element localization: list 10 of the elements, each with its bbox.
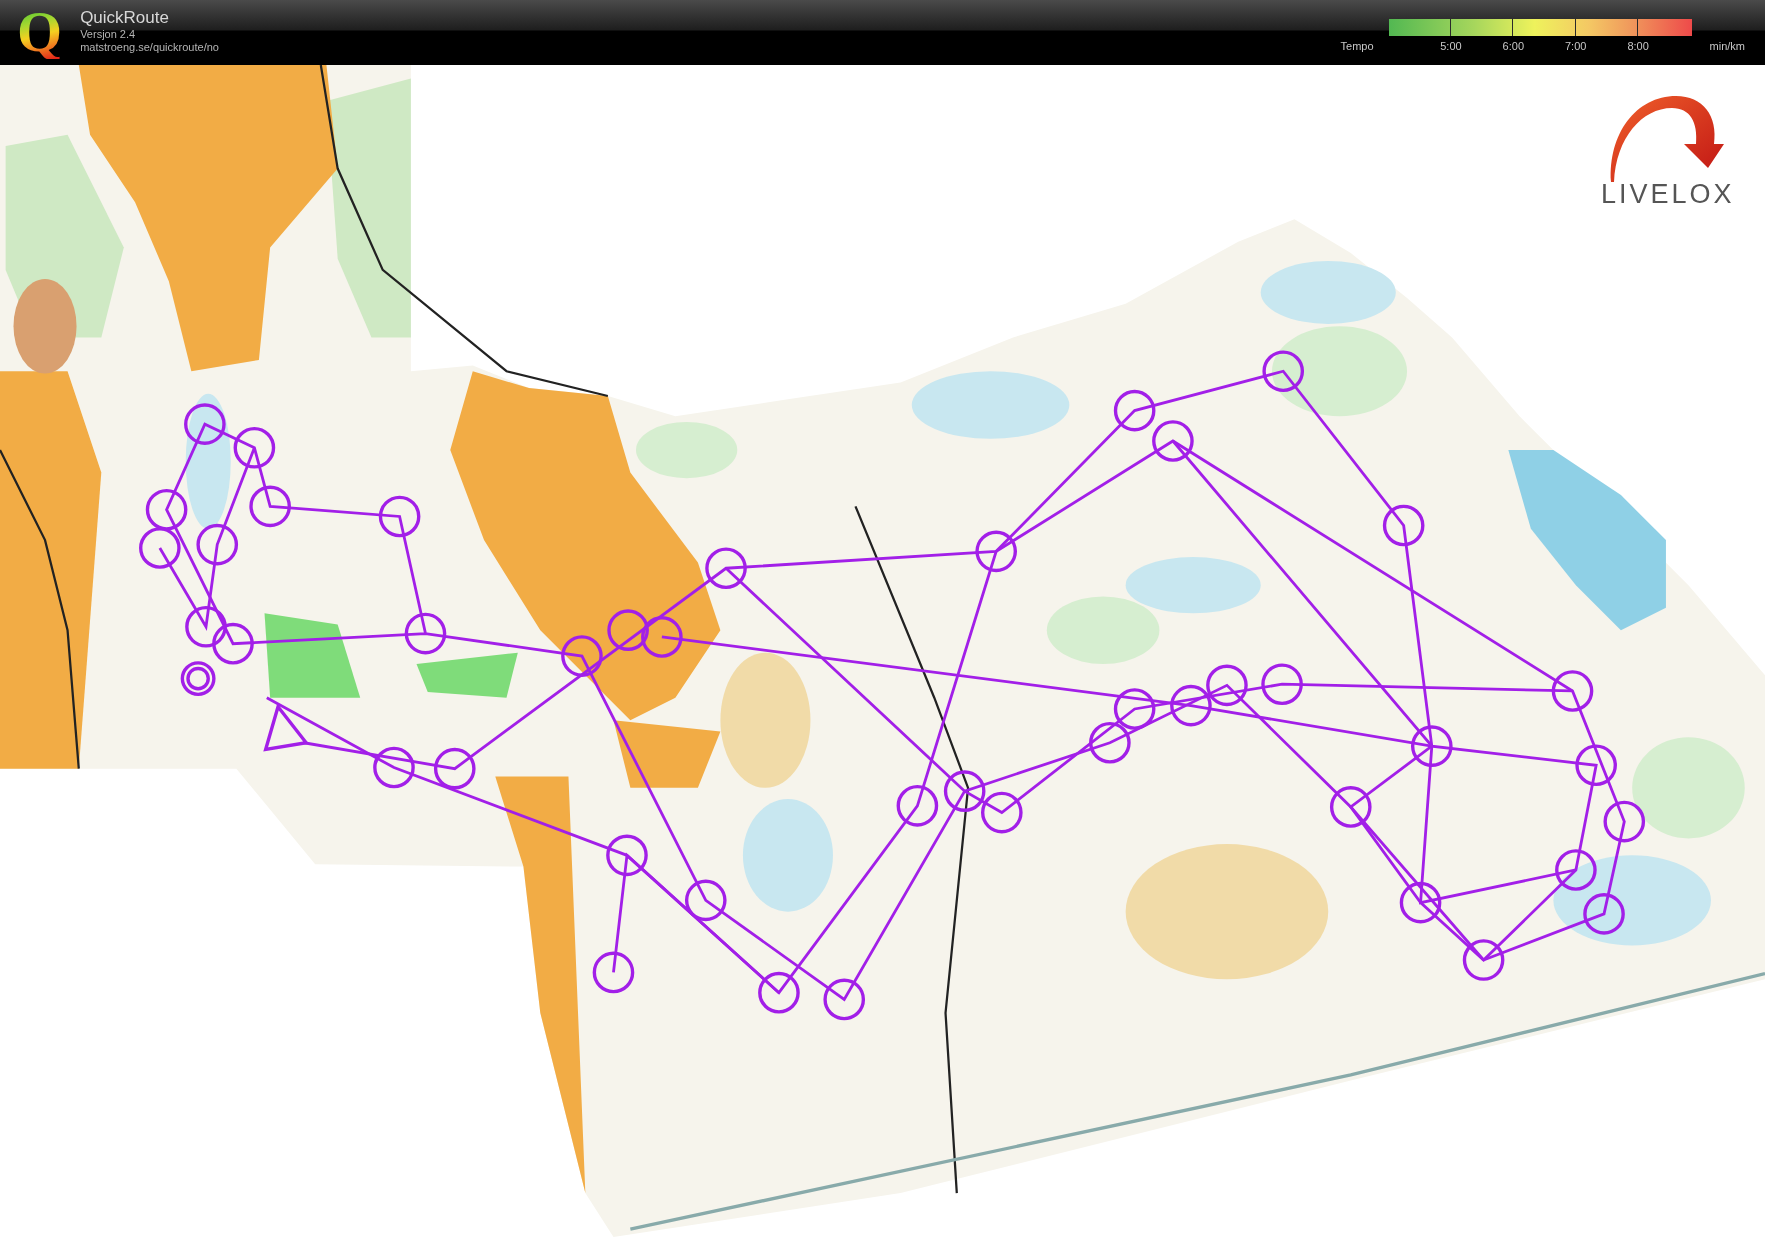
logo-text: LIVELOX xyxy=(1600,182,1735,206)
scale-tick-label: 6:00 xyxy=(1501,40,1526,53)
version-text: Versjon 2.4 xyxy=(80,28,137,41)
unit-label: min/km xyxy=(1709,40,1745,53)
scale-tick-label: 5:00 xyxy=(1439,40,1463,53)
website-url: matstroeng.se/quickroute/no xyxy=(80,41,219,54)
scale-tick-label: 7:00 xyxy=(1564,40,1588,53)
legend-label: Tempo xyxy=(1340,40,1374,53)
scale-tick-label: 8:00 xyxy=(1626,40,1650,53)
app-title: QuickRoute xyxy=(80,8,170,28)
